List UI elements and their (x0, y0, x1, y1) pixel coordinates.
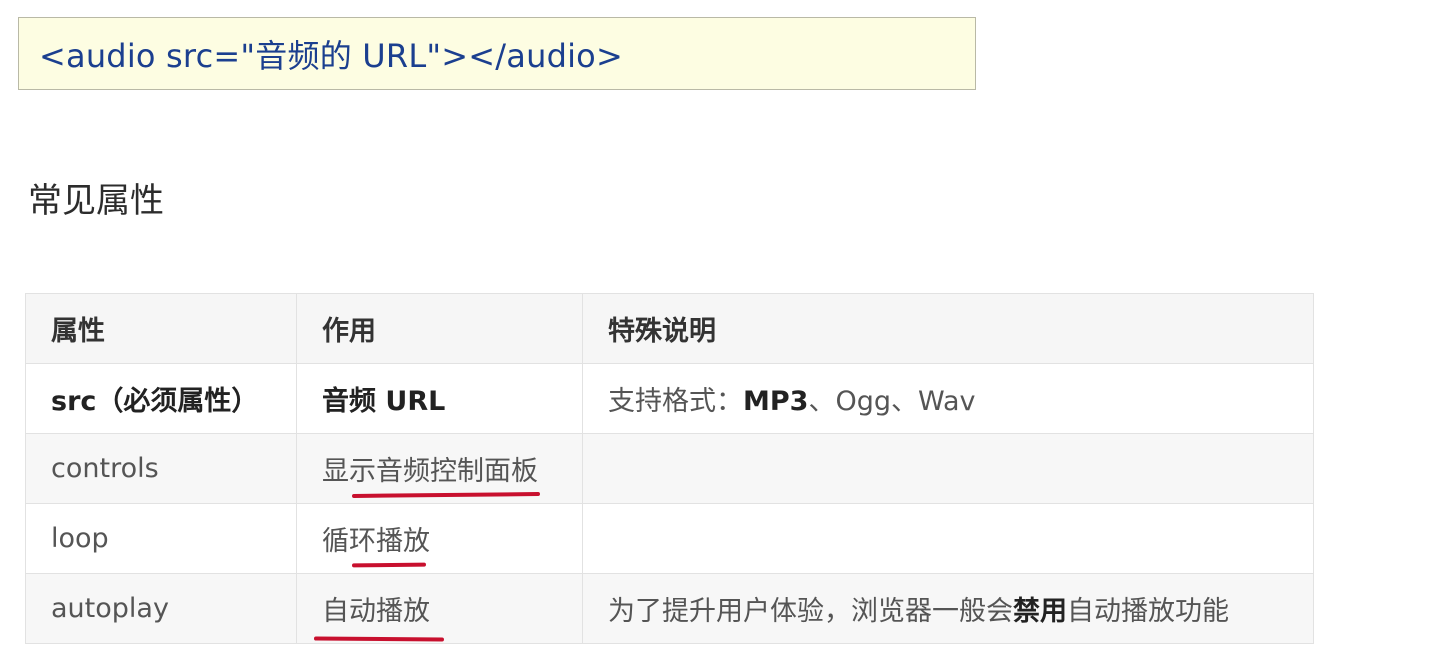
cell-purpose: 显示音频控制面板 (296, 433, 583, 504)
purpose-text: 自动播放 (322, 596, 430, 627)
cell-attribute: autoplay (25, 573, 297, 644)
table-row-controls: controls 显示音频控制面板 (25, 433, 1314, 504)
underlined-purpose: 显示音频控制面板 (322, 449, 541, 498)
underlined-purpose: 自动播放 (313, 589, 445, 642)
underlined-purpose: 循环播放 (322, 519, 430, 568)
red-underline-annotation (351, 562, 427, 568)
code-snippet-box: <audio src="音频的 URL"></audio> (18, 17, 976, 90)
table-row-loop: loop 循环播放 (25, 503, 1314, 574)
cell-purpose: 音频 URL (296, 363, 583, 434)
cell-notes: 为了提升用户体验，浏览器一般会禁用自动播放功能 (582, 573, 1314, 644)
table-row-src: src（必须属性） 音频 URL 支持格式：MP3、Ogg、Wav (25, 363, 1314, 434)
note-prefix: 为了提升用户体验，浏览器一般会 (608, 596, 1013, 627)
table-row-autoplay: autoplay 自动播放 为了提升用户体验，浏览器一般会禁用自动播放功能 (25, 573, 1314, 644)
note-suffix: 自动播放功能 (1067, 596, 1229, 627)
red-underline-annotation (351, 492, 541, 498)
cell-attribute: controls (25, 433, 297, 504)
purpose-text: 循环播放 (322, 526, 430, 557)
attributes-table: 属性 作用 特殊说明 src（必须属性） 音频 URL 支持格式：MP3、Ogg… (25, 293, 1314, 644)
header-notes: 特殊说明 (582, 293, 1314, 364)
cell-purpose: 循环播放 (296, 503, 583, 574)
cell-attribute: loop (25, 503, 297, 574)
cell-purpose: 自动播放 (296, 573, 583, 644)
code-snippet-text: <audio src="音频的 URL"></audio> (39, 36, 623, 75)
table-header-row: 属性 作用 特殊说明 (25, 293, 1314, 364)
cell-notes (582, 433, 1314, 504)
note-suffix: 、Ogg、Wav (808, 386, 976, 417)
note-bold: 禁用 (1013, 596, 1067, 627)
cell-notes (582, 503, 1314, 574)
cell-notes: 支持格式：MP3、Ogg、Wav (582, 363, 1314, 434)
header-purpose: 作用 (296, 293, 583, 364)
note-prefix: 支持格式： (608, 386, 743, 417)
section-heading: 常见属性 (28, 181, 164, 221)
header-attribute: 属性 (25, 293, 297, 364)
red-underline-annotation (313, 636, 445, 642)
cell-attribute: src（必须属性） (25, 363, 297, 434)
purpose-text: 显示音频控制面板 (322, 456, 538, 487)
note-bold: MP3 (743, 386, 809, 417)
